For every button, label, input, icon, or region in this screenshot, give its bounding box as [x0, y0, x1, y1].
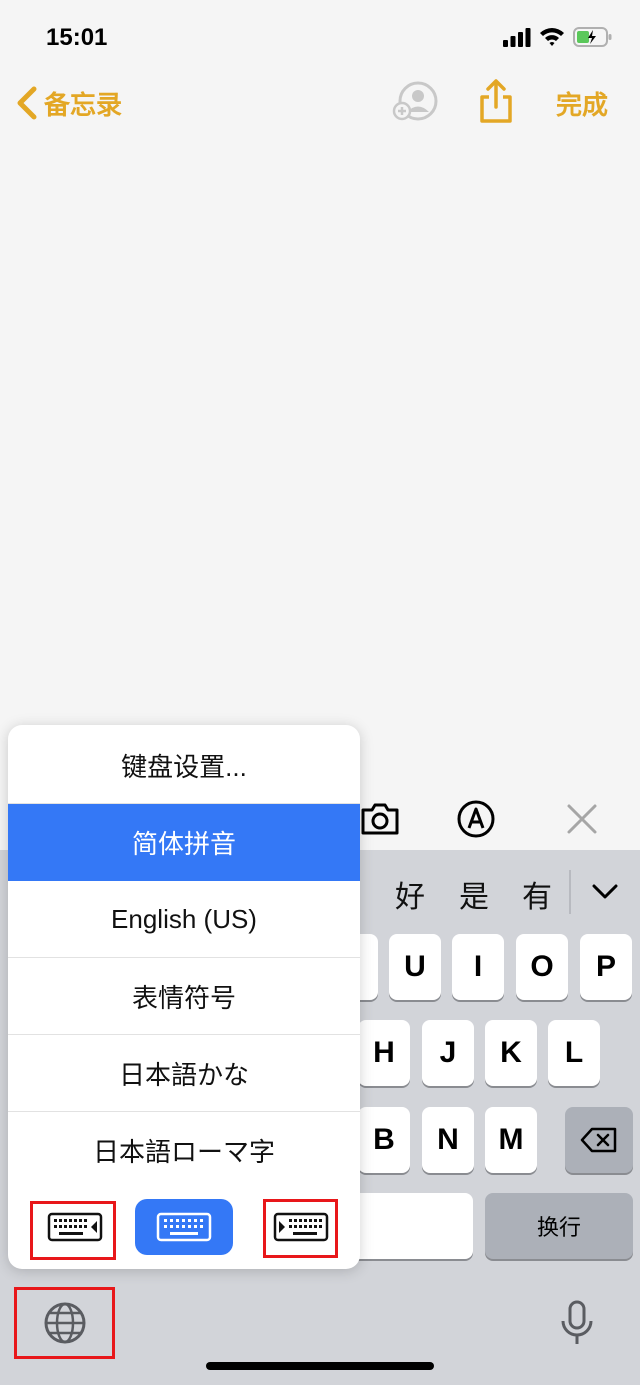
candidate-divider: [569, 870, 571, 914]
keyboard-full-icon: [156, 1212, 212, 1242]
menu-item-keyboard-settings[interactable]: 键盘设置...: [8, 727, 360, 804]
menu-item-english-us[interactable]: English (US): [8, 881, 360, 958]
home-indicator: [206, 1362, 434, 1370]
chevron-left-icon: [17, 86, 37, 120]
candidate-word[interactable]: 好: [395, 872, 425, 916]
close-icon[interactable]: [561, 798, 603, 840]
key-l[interactable]: L: [548, 1020, 600, 1086]
markup-icon[interactable]: [455, 798, 497, 840]
wifi-icon: [540, 28, 564, 46]
key-j[interactable]: J: [422, 1020, 474, 1086]
menu-item-emoji[interactable]: 表情符号: [8, 958, 360, 1035]
return-key[interactable]: 换行: [485, 1193, 633, 1259]
delete-icon: [580, 1127, 617, 1153]
key-u[interactable]: U: [389, 934, 441, 1000]
key-n[interactable]: N: [422, 1107, 474, 1173]
key-o[interactable]: O: [516, 934, 568, 1000]
back-label: 备忘录: [44, 89, 123, 120]
key-i[interactable]: I: [452, 934, 504, 1000]
key-p[interactable]: P: [580, 934, 632, 1000]
globe-icon[interactable]: [40, 1298, 90, 1348]
delete-key[interactable]: [565, 1107, 633, 1173]
status-time: 15:01: [46, 24, 108, 51]
keyboard-full-button[interactable]: [135, 1199, 233, 1255]
menu-item-japanese-romaji[interactable]: 日本語ローマ字: [8, 1112, 360, 1189]
status-bar: 15:01: [0, 0, 640, 75]
key-k[interactable]: K: [485, 1020, 537, 1086]
keyboard-right-button[interactable]: [266, 1199, 336, 1255]
keyboard-right-icon: [273, 1212, 329, 1242]
nav-bar: 备忘录 完成: [0, 75, 640, 130]
chevron-down-icon[interactable]: [590, 880, 620, 904]
keyboard-left-icon: [47, 1212, 103, 1242]
camera-icon[interactable]: [359, 798, 401, 840]
signal-icon: [503, 28, 531, 47]
menu-item-japanese-kana[interactable]: 日本語かな: [8, 1035, 360, 1112]
keyboard-left-button[interactable]: [40, 1199, 110, 1255]
battery-charging-icon: [573, 27, 612, 47]
add-person-icon[interactable]: [392, 79, 440, 127]
done-button[interactable]: 完成: [556, 85, 608, 122]
share-icon[interactable]: [477, 77, 515, 125]
menu-item-simplified-pinyin[interactable]: 简体拼音: [8, 804, 360, 881]
candidate-word[interactable]: 是: [459, 872, 489, 916]
key-m[interactable]: M: [485, 1107, 537, 1173]
candidate-word[interactable]: 有: [522, 872, 552, 916]
input-method-menu: 键盘设置... 简体拼音 English (US) 表情符号 日本語かな 日本語…: [8, 725, 360, 1269]
microphone-icon[interactable]: [552, 1298, 602, 1348]
key-h[interactable]: H: [358, 1020, 410, 1086]
key-b[interactable]: B: [358, 1107, 410, 1173]
back-button[interactable]: 备忘录: [14, 83, 122, 123]
